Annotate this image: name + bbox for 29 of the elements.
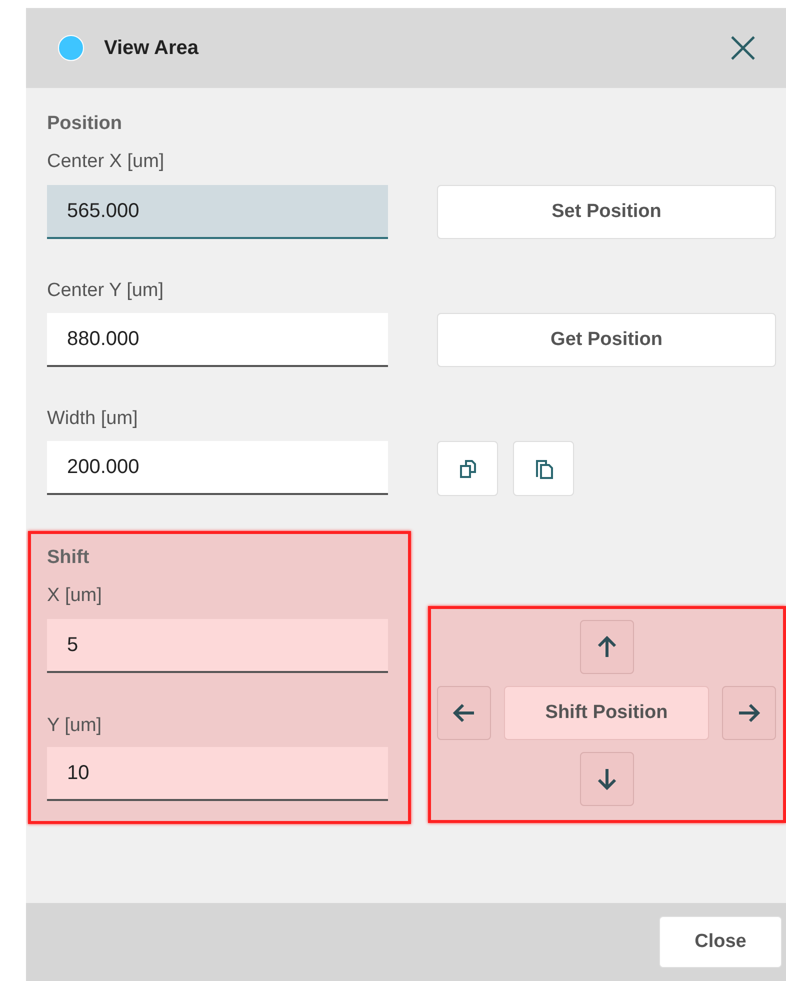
- status-dot: [58, 35, 84, 61]
- get-position-button[interactable]: Get Position: [437, 313, 776, 367]
- input-field[interactable]: 5: [47, 619, 388, 673]
- up-arrow-icon: [596, 635, 616, 659]
- down-arrow-icon: [596, 767, 616, 791]
- section-heading: Position: [47, 112, 123, 136]
- field-label: X [um]: [47, 584, 103, 608]
- shift-position-button[interactable]: Shift Position: [504, 686, 709, 740]
- close-button[interactable]: Close: [659, 916, 782, 968]
- close-icon[interactable]: [730, 35, 756, 61]
- field-label: Width [um]: [47, 407, 139, 431]
- dialog-title: View Area: [104, 36, 199, 60]
- copy-button[interactable]: [437, 441, 498, 496]
- field-label: Center Y [um]: [47, 279, 165, 303]
- left-button[interactable]: [437, 686, 491, 740]
- input-field[interactable]: 10: [47, 747, 388, 801]
- input-field[interactable]: 880.000: [47, 313, 388, 367]
- input-field[interactable]: 200.000: [47, 441, 388, 495]
- left-arrow-icon: [452, 703, 476, 723]
- field-label: Y [um]: [47, 714, 103, 738]
- paste-button[interactable]: [513, 441, 574, 496]
- set-position-button[interactable]: Set Position: [437, 185, 776, 239]
- up-button[interactable]: [580, 620, 634, 674]
- down-button[interactable]: [580, 752, 634, 806]
- input-field[interactable]: 565.000: [47, 185, 388, 239]
- right-button[interactable]: [722, 686, 776, 740]
- section-heading: Shift: [47, 546, 90, 570]
- field-label: Center X [um]: [47, 150, 166, 174]
- right-arrow-icon: [737, 703, 761, 723]
